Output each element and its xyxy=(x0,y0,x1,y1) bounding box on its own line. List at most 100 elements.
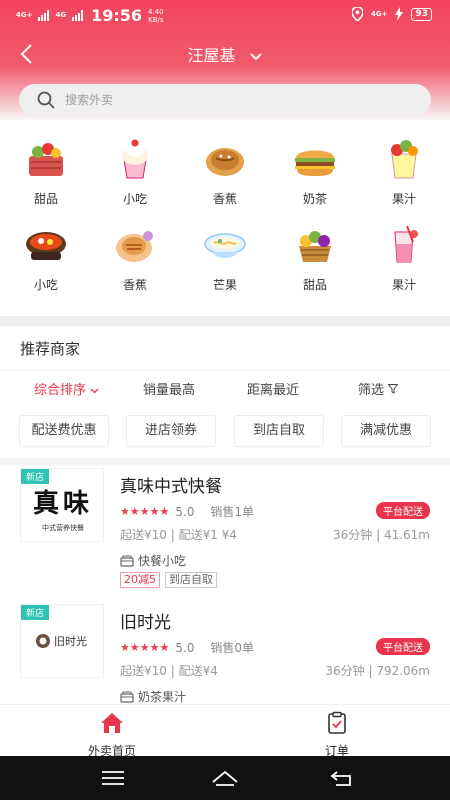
tab-orders[interactable]: 订单 xyxy=(292,711,382,759)
signal-icon xyxy=(72,10,84,21)
chevron-down-icon xyxy=(90,388,99,394)
star-rating: ★★★★★ xyxy=(120,505,170,518)
network-indicator-2: 4G xyxy=(55,11,67,19)
sort-sales[interactable]: 销量最高 xyxy=(143,379,195,398)
chip-full-reduction[interactable]: 满减优惠 xyxy=(341,415,431,447)
rating-score: 5.0 xyxy=(175,504,195,519)
location-label: 汪屋基 xyxy=(187,46,236,65)
category-label: 香蕉 xyxy=(212,192,237,206)
category-label: 小吃 xyxy=(33,278,58,292)
category-label: 芒果 xyxy=(212,278,237,292)
chevron-down-icon xyxy=(249,52,262,60)
shop-logo: 真味 中式营养快餐 新店 xyxy=(20,468,104,542)
menu-icon[interactable] xyxy=(98,768,128,788)
sort-distance[interactable]: 距离最近 xyxy=(247,379,299,398)
category-item[interactable]: 小吃 xyxy=(11,222,81,293)
chip-delivery-discount[interactable]: 配送费优惠 xyxy=(19,415,109,447)
net-speed-unit: KB/s xyxy=(148,15,164,24)
charging-icon xyxy=(395,7,404,21)
sort-filter[interactable]: 筛选 xyxy=(358,379,399,398)
sort-comprehensive[interactable]: 综合排序 xyxy=(34,379,99,398)
rating-score: 5.0 xyxy=(175,640,195,655)
shop-rating: ★★★★★ 5.0 销售1单 xyxy=(120,503,254,520)
filter-icon xyxy=(387,384,399,394)
sort-comprehensive-label: 综合排序 xyxy=(34,383,87,398)
category-item[interactable]: 果汁 xyxy=(369,136,439,207)
nav-bar: 汪屋基 xyxy=(0,36,450,72)
section-title: 推荐商家 xyxy=(20,340,81,358)
category-label: 甜品 xyxy=(302,278,327,292)
bottom-tab-bar: 外卖首页 订单 xyxy=(0,704,450,759)
shop-distance: 36分钟 | 792.06m xyxy=(325,664,430,678)
shop-distance: 36分钟 | 41.61m xyxy=(333,528,430,542)
shop-name: 真味中式快餐 xyxy=(120,477,222,497)
category-item[interactable]: 果汁 xyxy=(369,222,439,293)
noodle-bowl-icon xyxy=(204,233,246,258)
tab-home[interactable]: 外卖首页 xyxy=(67,711,157,759)
search-icon xyxy=(37,91,55,109)
shop-category: 快餐小吃 xyxy=(120,552,186,569)
fruit-basket-icon xyxy=(299,231,331,262)
promo-tag: 20减5 xyxy=(120,572,160,588)
shop-category-label: 快餐小吃 xyxy=(138,554,187,568)
search-bar[interactable] xyxy=(19,84,431,116)
shop-logo: 旧时光 新店 xyxy=(20,604,104,678)
category-item[interactable]: 香蕉 xyxy=(190,136,260,207)
delivery-badge: 平台配送 xyxy=(376,638,430,655)
category-item[interactable]: 奶茶 xyxy=(280,136,350,207)
sales-count: 销售1单 xyxy=(210,505,255,519)
juice-glass-icon xyxy=(394,225,418,263)
shop-logo-text: 旧时光 xyxy=(54,635,87,648)
network-indicator: 4G+ xyxy=(16,11,33,19)
store-icon xyxy=(120,555,134,567)
location-pin-icon xyxy=(351,7,363,21)
category-item[interactable]: 甜品 xyxy=(11,136,81,207)
system-nav-bar xyxy=(0,756,450,800)
list-divider xyxy=(0,458,450,466)
chip-coupon[interactable]: 进店领券 xyxy=(126,415,216,447)
shop-card[interactable]: 旧时光 新店 旧时光 ★★★★★ 5.0 销售0单 平台配送 起送¥10 | 配… xyxy=(0,604,450,704)
home-icon xyxy=(101,713,123,733)
shop-name: 旧时光 xyxy=(120,613,171,633)
sales-count: 销售0单 xyxy=(210,641,255,655)
category-label: 小吃 xyxy=(122,192,147,206)
search-input[interactable] xyxy=(65,93,365,107)
category-label: 果汁 xyxy=(391,192,416,206)
sort-bar: 综合排序 销量最高 距离最近 筛选 xyxy=(0,370,450,404)
pancake-icon xyxy=(206,148,244,176)
shop-fees: 起送¥10 | 配送¥1 ¥4 xyxy=(120,528,237,542)
signal-icon xyxy=(38,10,50,21)
status-bar: 4G+ 4G 19:56 4.40 KB/s 4G+ 93 xyxy=(0,0,450,30)
category-label: 甜品 xyxy=(33,192,58,206)
location-selector[interactable]: 汪屋基 xyxy=(0,42,450,66)
clipboard-icon xyxy=(328,711,346,734)
net-speed: 4.40 KB/s xyxy=(148,8,164,24)
basket-icon xyxy=(29,143,63,176)
filter-label: 筛选 xyxy=(358,383,385,398)
shop-logo-subtext: 中式营养快餐 xyxy=(42,524,84,532)
category-item[interactable]: 香蕉 xyxy=(100,222,170,293)
dessert-icon xyxy=(116,231,153,262)
shop-fees: 起送¥10 | 配送¥4 xyxy=(120,664,218,678)
shop-category: 奶茶果汁 xyxy=(120,688,186,705)
back-key-icon[interactable] xyxy=(328,768,358,788)
category-item[interactable]: 芒果 xyxy=(190,222,260,293)
hotpot-icon xyxy=(26,232,66,260)
category-label: 香蕉 xyxy=(122,278,147,292)
star-rating: ★★★★★ xyxy=(120,641,170,654)
category-item[interactable]: 小吃 xyxy=(100,136,170,207)
home-key-icon[interactable] xyxy=(210,768,240,788)
category-item[interactable]: 甜品 xyxy=(280,222,350,293)
category-label: 果汁 xyxy=(391,278,416,292)
chip-pickup[interactable]: 到店自取 xyxy=(234,415,324,447)
burger-icon xyxy=(295,150,335,176)
section-divider xyxy=(0,316,450,326)
pickup-tag: 到店自取 xyxy=(165,572,217,588)
new-shop-badge: 新店 xyxy=(21,605,50,620)
battery-level: 93 xyxy=(411,7,432,21)
net-speed-value: 4.40 xyxy=(148,7,164,16)
delivery-badge: 平台配送 xyxy=(376,502,430,519)
shop-card[interactable]: 真味 中式营养快餐 新店 真味中式快餐 ★★★★★ 5.0 销售1单 平台配送 … xyxy=(0,468,450,592)
category-label: 奶茶 xyxy=(302,192,327,206)
shop-tags: 20减5 到店自取 xyxy=(120,572,217,588)
